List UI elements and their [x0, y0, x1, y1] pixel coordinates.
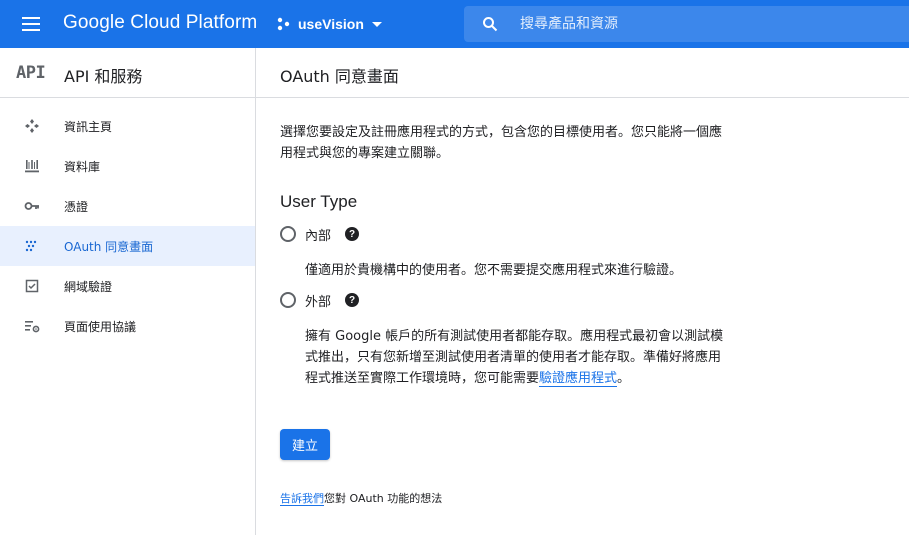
top-app-bar: Google Cloud Platform useVision	[0, 0, 909, 48]
oauth-consent-icon	[25, 240, 37, 252]
intro-line: 選擇您要設定及註冊應用程式的方式，包含您的目標使用者。您只能將一個應	[280, 125, 723, 140]
sidebar-item-library[interactable]: 資料庫	[0, 146, 255, 186]
caret-down-icon	[371, 21, 382, 27]
main-content: OAuth 同意畫面 選擇您要設定及註冊應用程式的方式，包含您的目標使用者。您只…	[256, 48, 909, 535]
verify-app-link[interactable]: 驗證應用程式	[539, 371, 618, 387]
key-icon	[24, 202, 39, 210]
description-text: 程式推送至實際工作環境時，您可能需要	[305, 371, 540, 386]
project-selector[interactable]: useVision	[276, 12, 382, 36]
page-title: OAuth 同意畫面	[280, 67, 399, 86]
user-type-external-option[interactable]: 外部 ?	[280, 290, 360, 310]
sidebar-item-oauth-consent[interactable]: OAuth 同意畫面	[0, 226, 255, 266]
internal-radio[interactable]	[280, 226, 296, 242]
project-name: useVision	[298, 16, 364, 32]
description-line: 式推出，只有您新增至測試使用者清單的使用者才能存取。準備好將應用	[305, 350, 722, 365]
sidebar-item-label: 憑證	[64, 200, 89, 214]
feedback-suffix: 您對 OAuth 功能的想法	[324, 492, 443, 505]
sidebar-item-label: 頁面使用協議	[64, 320, 137, 334]
sidebar-header: API API 和服務	[0, 48, 255, 98]
checkbox-icon	[25, 279, 39, 293]
menu-icon[interactable]	[20, 14, 42, 34]
external-label[interactable]: 外部	[305, 291, 331, 310]
sidebar-item-dashboard[interactable]: 資訊主頁	[0, 106, 255, 146]
description-text: 。	[617, 371, 631, 386]
help-icon[interactable]: ?	[345, 293, 360, 307]
api-logo: API	[16, 63, 46, 83]
intro-text: 選擇您要設定及註冊應用程式的方式，包含您的目標使用者。您只能將一個應 用程式與您…	[280, 122, 800, 164]
internal-label[interactable]: 內部	[305, 225, 331, 244]
feedback-link[interactable]: 告訴我們	[280, 492, 324, 506]
sidebar: API API 和服務 資訊主頁 資料庫 憑證 OAuth 同意畫面 網域驗證 …	[0, 48, 256, 535]
library-icon	[25, 160, 39, 173]
user-type-title: User Type	[280, 192, 358, 211]
sidebar-item-label: OAuth 同意畫面	[64, 240, 154, 254]
sidebar-item-label: 網域驗證	[64, 280, 113, 294]
brand-title[interactable]: Google Cloud Platform	[63, 12, 257, 34]
project-dots-icon	[277, 17, 290, 31]
sidebar-item-label: 資料庫	[64, 160, 101, 174]
description-line: 僅適用於貴機構中的使用者。您不需要提交應用程式來進行驗證。	[305, 263, 683, 278]
page-header: OAuth 同意畫面	[256, 48, 909, 98]
sidebar-nav: 資訊主頁 資料庫 憑證 OAuth 同意畫面 網域驗證 頁面使用協議	[0, 106, 255, 346]
internal-description: 僅適用於貴機構中的使用者。您不需要提交應用程式來進行驗證。	[305, 260, 795, 281]
settings-list-icon	[25, 321, 40, 333]
sidebar-title: API 和服務	[64, 67, 143, 86]
description-line: 程式推送至實際工作環境時，您可能需要驗證應用程式。	[305, 368, 795, 389]
intro-line: 用程式與您的專案建立關聯。	[280, 146, 450, 161]
external-radio[interactable]	[280, 292, 296, 308]
sidebar-item-domain-verification[interactable]: 網域驗證	[0, 266, 255, 306]
external-description: 擁有 Google 帳戶的所有測試使用者都能存取。應用程式最初會以測試模 式推出…	[305, 326, 795, 389]
description-line: 擁有 Google 帳戶的所有測試使用者都能存取。應用程式最初會以測試模	[305, 329, 724, 344]
create-button[interactable]: 建立	[280, 429, 330, 460]
dashboard-icon	[25, 119, 39, 133]
feedback-text: 告訴我們您對 OAuth 功能的想法	[280, 490, 442, 506]
help-icon[interactable]: ?	[345, 227, 360, 241]
sidebar-item-label: 資訊主頁	[64, 120, 113, 134]
user-type-internal-option[interactable]: 內部 ?	[280, 224, 360, 244]
search-bar[interactable]	[464, 6, 909, 42]
sidebar-item-page-usage-agreements[interactable]: 頁面使用協議	[0, 306, 255, 346]
search-icon	[483, 17, 498, 32]
search-input[interactable]	[520, 6, 890, 42]
sidebar-item-credentials[interactable]: 憑證	[0, 186, 255, 226]
